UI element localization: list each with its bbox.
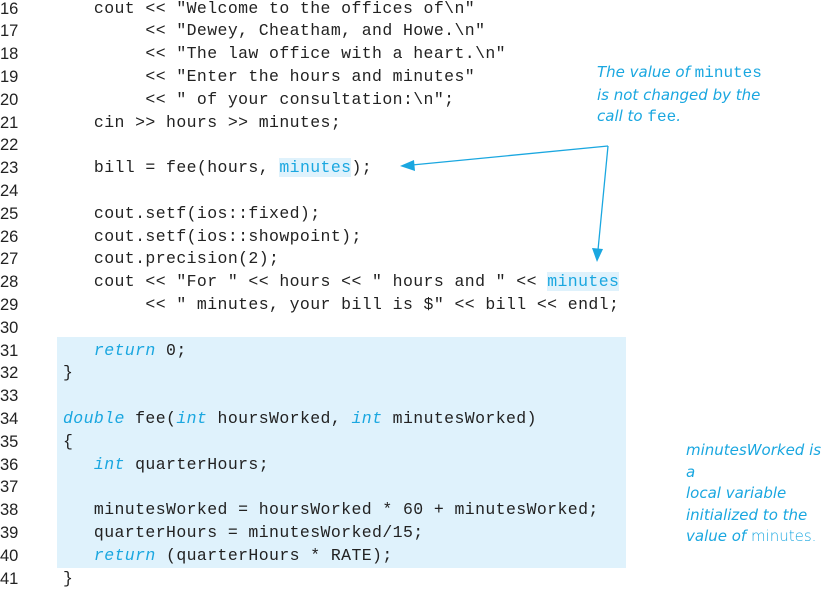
arrowhead-down-icon — [592, 248, 603, 262]
arrow-line-to-call — [411, 145, 609, 166]
annotation-arrows — [400, 145, 609, 262]
arrowhead-left-icon — [400, 160, 415, 171]
arrow-line-to-output — [597, 145, 609, 251]
